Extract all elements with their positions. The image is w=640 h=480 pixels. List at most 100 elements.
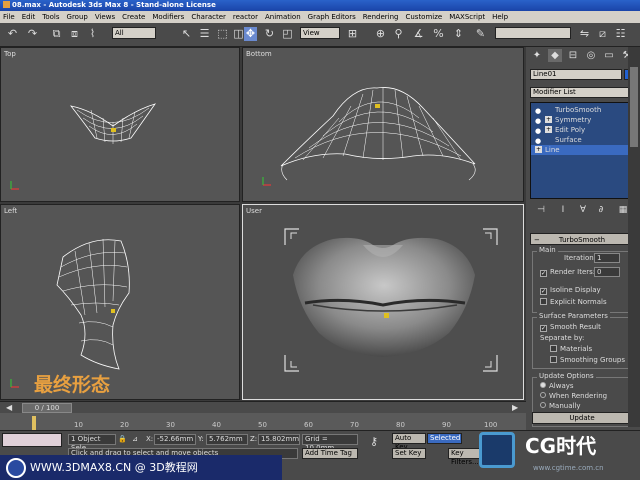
modifier-list-dropdown[interactable]: Modifier List xyxy=(530,87,634,98)
pin-stack-icon[interactable]: ⊣ xyxy=(534,204,548,217)
menu-modifiers[interactable]: Modifiers xyxy=(152,13,184,21)
modify-tab-icon[interactable]: ◆ xyxy=(548,49,562,62)
expand-plus-icon[interactable]: + xyxy=(545,126,552,133)
when-rendering-radio[interactable] xyxy=(540,392,546,398)
show-end-result-icon[interactable]: Ⅰ xyxy=(556,204,570,217)
selection-filter-dropdown[interactable]: All xyxy=(112,27,156,39)
unlink-icon[interactable]: ⧈ xyxy=(68,27,81,41)
redo-icon[interactable]: ↷ xyxy=(26,27,39,41)
menu-animation[interactable]: Animation xyxy=(265,13,301,21)
x-coord-field[interactable]: -52.66mm xyxy=(154,434,196,445)
spinner-snap-icon[interactable]: ⇕ xyxy=(452,27,465,41)
display-tab-icon[interactable]: ▭ xyxy=(602,49,616,62)
command-panel-tabs: ✦ ◆ ⊟ ◎ ▭ ⚒ xyxy=(526,49,640,63)
percent-snap-icon[interactable]: % xyxy=(432,27,445,41)
bind-spacewarp-icon[interactable]: ⌇ xyxy=(86,27,99,41)
mirror-icon[interactable]: ⇋ xyxy=(578,27,591,41)
expand-plus-icon[interactable]: + xyxy=(545,116,552,123)
select-object-icon[interactable]: ↖ xyxy=(180,27,193,41)
scrollbar-thumb[interactable] xyxy=(630,67,638,147)
menu-character[interactable]: Character xyxy=(191,13,226,21)
stack-item-edit-poly[interactable]: ● + Edit Poly xyxy=(531,125,631,135)
rect-selection-icon[interactable]: ⬚ xyxy=(216,27,229,41)
menu-group[interactable]: Group xyxy=(67,13,88,21)
angle-snap-icon[interactable]: ∡ xyxy=(412,27,425,41)
stack-item-surface[interactable]: ● Surface xyxy=(531,135,631,145)
rotate-icon[interactable]: ↻ xyxy=(263,27,276,41)
remove-modifier-icon[interactable]: ∂ xyxy=(594,204,608,217)
menu-views[interactable]: Views xyxy=(95,13,115,21)
command-panel-scrollbar[interactable] xyxy=(628,47,640,427)
menu-customize[interactable]: Customize xyxy=(405,13,442,21)
cgtime-url: www.cgtime.com.cn xyxy=(533,464,604,472)
menu-maxscript[interactable]: MAXScript xyxy=(449,13,485,21)
scale-icon[interactable]: ◰ xyxy=(281,27,294,41)
select-link-icon[interactable]: ⧉ xyxy=(50,27,63,41)
explicit-normals-row: Explicit Normals xyxy=(540,297,607,307)
viewport-top[interactable]: Top xyxy=(0,47,240,202)
materials-checkbox[interactable] xyxy=(550,345,557,352)
y-coord-field[interactable]: 5.762mm xyxy=(206,434,248,445)
key-mode-dropdown[interactable]: Selected xyxy=(427,433,462,444)
render-iters-checkbox[interactable]: ✓ xyxy=(540,270,547,277)
window-title: 08.max - Autodesk 3ds Max 8 - Stand-alon… xyxy=(12,1,216,9)
add-time-tag-button[interactable]: Add Time Tag xyxy=(302,448,358,459)
iterations-spinner[interactable]: 1 xyxy=(594,253,620,263)
render-iters-spinner[interactable]: 0 xyxy=(594,267,620,277)
create-tab-icon[interactable]: ✦ xyxy=(530,49,544,62)
explicit-normals-checkbox[interactable] xyxy=(540,298,547,305)
hierarchy-tab-icon[interactable]: ⊟ xyxy=(566,49,580,62)
menu-edit[interactable]: Edit xyxy=(22,13,36,21)
menu-help[interactable]: Help xyxy=(492,13,508,21)
maxscript-listener-mini[interactable] xyxy=(2,433,62,447)
time-slider-track[interactable]: ◀ 0 / 100 ▶ xyxy=(0,401,526,413)
stack-item-line[interactable]: + Line xyxy=(531,145,631,155)
menu-reactor[interactable]: reactor xyxy=(233,13,258,21)
viewport-bottom[interactable]: Bottom xyxy=(242,47,524,202)
set-key-button[interactable]: Set Key xyxy=(392,448,426,459)
time-next-icon[interactable]: ▶ xyxy=(512,403,518,412)
turbosmooth-rollout-header[interactable]: − TurboSmooth xyxy=(530,233,634,245)
z-coord-field[interactable]: 15.802mm xyxy=(258,434,300,445)
absolute-mode-icon[interactable]: ⊿ xyxy=(132,434,138,445)
smoothing-groups-checkbox[interactable] xyxy=(550,356,557,363)
manually-radio[interactable] xyxy=(540,402,546,408)
pivot-center-icon[interactable]: ⊞ xyxy=(346,27,359,41)
snap-toggle-icon[interactable]: ⚲ xyxy=(392,27,405,41)
collapse-minus-icon[interactable]: − xyxy=(534,234,540,246)
stack-item-symmetry[interactable]: ● + Symmetry xyxy=(531,115,631,125)
key-icon[interactable]: ⚷ xyxy=(370,436,378,447)
move-icon[interactable]: ✥ xyxy=(244,27,257,41)
auto-key-button[interactable]: Auto Key xyxy=(392,433,426,451)
expand-plus-icon[interactable]: + xyxy=(535,146,542,153)
viewport-user[interactable]: User xyxy=(242,204,524,400)
menu-graph-editors[interactable]: Graph Editors xyxy=(308,13,356,21)
app-icon xyxy=(3,1,10,8)
always-radio[interactable] xyxy=(540,382,546,388)
isoline-checkbox[interactable]: ✓ xyxy=(540,288,547,295)
align-icon[interactable]: ⧄ xyxy=(596,27,609,41)
time-slider-thumb[interactable]: 0 / 100 xyxy=(22,403,72,413)
stack-item-turbosmooth[interactable]: ● TurboSmooth xyxy=(531,105,631,115)
motion-tab-icon[interactable]: ◎ xyxy=(584,49,598,62)
layer-manager-icon[interactable]: ☷ xyxy=(614,27,627,41)
undo-icon[interactable]: ↶ xyxy=(6,27,19,41)
menu-rendering[interactable]: Rendering xyxy=(363,13,399,21)
object-name-field[interactable]: Line01 xyxy=(530,69,622,80)
make-unique-icon[interactable]: ∀ xyxy=(576,204,590,217)
menu-file[interactable]: File xyxy=(3,13,15,21)
select-manipulate-icon[interactable]: ⊕ xyxy=(374,27,387,41)
select-by-name-icon[interactable]: ☰ xyxy=(198,27,211,41)
smoothing-groups-row: Smoothing Groups xyxy=(550,355,625,365)
time-prev-icon[interactable]: ◀ xyxy=(6,403,12,412)
named-selection-sets[interactable] xyxy=(495,27,571,39)
reference-coord-dropdown[interactable]: View xyxy=(300,27,340,39)
menu-create[interactable]: Create xyxy=(122,13,145,21)
named-selection-icon[interactable]: ✎ xyxy=(474,27,487,41)
update-button[interactable]: Update xyxy=(532,412,632,424)
smooth-result-checkbox[interactable]: ✓ xyxy=(540,325,547,332)
lock-selection-icon[interactable]: 🔒 xyxy=(118,434,127,445)
tick-label: 60 xyxy=(304,421,313,429)
menu-tools[interactable]: Tools xyxy=(42,13,59,21)
timeline-ruler[interactable]: 10 20 30 40 50 60 70 80 90 100 xyxy=(0,413,526,430)
